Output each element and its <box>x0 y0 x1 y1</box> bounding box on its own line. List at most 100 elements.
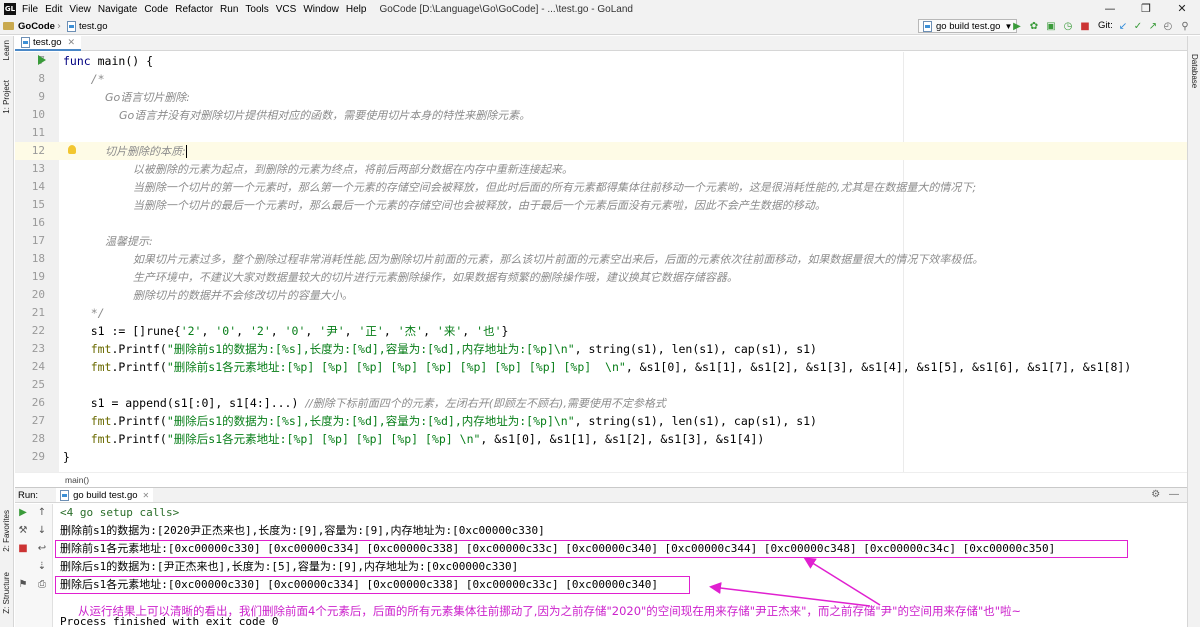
debug-icon[interactable]: ✿ <box>1027 20 1041 33</box>
code-token: 当删除一个切片的最后一个元素时，那么最后一个元素的存储空间也会被释放，由于最后一… <box>63 199 826 212</box>
breadcrumb-project[interactable]: GoCode <box>0 21 55 32</box>
minimize-icon[interactable]: — <box>1092 0 1128 18</box>
code-line[interactable]: 25 <box>15 376 1187 394</box>
menu-window[interactable]: Window <box>303 4 339 15</box>
project-name: GoCode <box>18 20 55 32</box>
menu-code[interactable]: Code <box>144 4 168 15</box>
code-text: /* <box>63 70 105 88</box>
menu-navigate[interactable]: Navigate <box>98 4 137 15</box>
profile-icon[interactable]: ◷ <box>1061 20 1075 33</box>
tab-learn[interactable]: Learn <box>2 40 11 60</box>
menu-tools[interactable]: Tools <box>245 4 268 15</box>
close-window-icon[interactable]: ✕ <box>1164 0 1200 18</box>
line-number: 16 <box>31 216 45 229</box>
code-line[interactable]: 9 Go语言切片删除: <box>15 88 1187 106</box>
breadcrumb-file[interactable]: test.go <box>63 20 107 32</box>
gutter-run-icon[interactable] <box>38 55 46 65</box>
git-history-icon[interactable]: ◴ <box>1161 20 1175 33</box>
stop-icon[interactable]: ■ <box>1078 20 1092 33</box>
code-line[interactable]: 20 删除切片的数据并不会修改切片的容量大小。 <box>15 286 1187 304</box>
wrench-icon[interactable]: ⚒ <box>16 524 30 538</box>
code-line[interactable]: 27 fmt.Printf("删除后s1的数据为:[%s],长度为:[%d],容… <box>15 412 1187 430</box>
code-token: , &s1[0], &s1[1], &s1[2], &s1[3], &s1[4]… <box>625 360 1132 374</box>
close-icon[interactable]: ✕ <box>143 491 150 500</box>
code-token: '0' <box>284 324 306 338</box>
code-line[interactable]: 13 以被删除的元素为起点，到删除的元素为终点，将前后两部分数据在内存中重新连接… <box>15 160 1187 178</box>
code-line[interactable]: 10 Go语言并没有对删除切片提供相对应的函数，需要使用切片本身的特性来删除元素… <box>15 106 1187 124</box>
scroll-down-icon[interactable]: ↓ <box>35 524 49 538</box>
soft-wrap-icon[interactable]: ↩ <box>35 542 49 556</box>
line-number: 19 <box>31 270 45 283</box>
intention-bulb-icon[interactable] <box>68 145 76 154</box>
run-icon[interactable]: ▶ <box>1010 20 1024 33</box>
run-tab[interactable]: go build test.go ✕ <box>56 488 154 502</box>
print-icon[interactable]: ⎙ <box>35 578 49 592</box>
tab-structure[interactable]: Z: Structure <box>2 572 11 614</box>
annotation-text: 从运行结果上可以清晰的看出，我们删除前面4个元素后，后面的所有元素集体往前挪动了… <box>78 604 1022 618</box>
code-line[interactable]: 26 s1 = append(s1[:0], s1[4:]...) //删除下标… <box>15 394 1187 412</box>
line-number: 29 <box>31 450 45 463</box>
code-editor[interactable]: 7 func main() {8 /* 9 Go语言切片删除: 10 Go语言并没有对… <box>15 52 1187 484</box>
right-tool-strip: Database <box>1187 36 1200 627</box>
code-line[interactable]: 28 fmt.Printf("删除后s1各元素地址:[%p] [%p] [%p]… <box>15 430 1187 448</box>
hide-panel-icon[interactable]: — <box>1169 489 1179 500</box>
code-token: '尹' <box>319 324 345 338</box>
line-number: 14 <box>31 180 45 193</box>
code-token: } <box>63 450 70 464</box>
code-line[interactable]: 17 温馨提示: <box>15 232 1187 250</box>
scroll-up-icon[interactable]: ↑ <box>35 506 49 520</box>
menu-edit[interactable]: Edit <box>45 4 62 15</box>
code-line[interactable]: 21 */ <box>15 304 1187 322</box>
code-line[interactable]: 16 <box>15 214 1187 232</box>
close-icon[interactable]: ✕ <box>68 37 76 48</box>
menu-refactor[interactable]: Refactor <box>175 4 213 15</box>
git-update-icon[interactable]: ↙ <box>1116 20 1130 33</box>
code-text: fmt.Printf("删除后s1各元素地址:[%p] [%p] [%p] [%… <box>63 430 765 448</box>
scroll-to-end-icon[interactable]: ⇣ <box>35 560 49 574</box>
tab-favorites[interactable]: 2: Favorites <box>2 510 11 552</box>
code-token: 以被删除的元素为起点，到删除的元素为终点，将前后两部分数据在内存中重新连接起来。 <box>63 163 573 176</box>
go-build-icon <box>923 20 932 32</box>
gear-icon[interactable]: ⚙ <box>1151 489 1160 500</box>
pin-icon[interactable]: ⚑ <box>16 578 30 592</box>
line-number: 15 <box>31 198 45 211</box>
search-icon[interactable]: ⚲ <box>1178 20 1192 33</box>
menu-view[interactable]: View <box>69 4 91 15</box>
restore-icon[interactable]: ❐ <box>1128 0 1164 18</box>
editor-tab-test-go[interactable]: test.go ✕ <box>15 36 82 51</box>
line-number: 8 <box>38 72 45 85</box>
code-line[interactable]: 19 生产环境中，不建议大家对数据量较大的切片进行元素删除操作，如果数据有频繁的… <box>15 268 1187 286</box>
run-config-label: go build test.go <box>936 20 1001 32</box>
code-line[interactable]: 22 s1 := []rune{'2', '0', '2', '0', '尹',… <box>15 322 1187 340</box>
menu-file[interactable]: File <box>22 4 38 15</box>
git-commit-icon[interactable]: ✓ <box>1131 20 1145 33</box>
rerun-icon[interactable]: ▶ <box>16 506 30 520</box>
line-number: 12 <box>31 144 45 157</box>
code-line[interactable]: 23 fmt.Printf("删除前s1的数据为:[%s],长度为:[%d],容… <box>15 340 1187 358</box>
code-line[interactable]: 11 <box>15 124 1187 142</box>
menu-run[interactable]: Run <box>220 4 238 15</box>
code-line[interactable]: 15 当删除一个切片的最后一个元素时，那么最后一个元素的存储空间也会被释放，由于… <box>15 196 1187 214</box>
code-token: , <box>201 324 216 338</box>
code-line[interactable]: 12 切片删除的本质: <box>15 142 1187 160</box>
code-line[interactable]: 18 如果切片元素过多，整个删除过程非常消耗性能,因为删除切片前面的元素，那么该… <box>15 250 1187 268</box>
menu-vcs[interactable]: VCS <box>276 4 297 15</box>
stop-icon[interactable]: ■ <box>16 542 30 556</box>
git-push-icon[interactable]: ↗ <box>1146 20 1160 33</box>
coverage-icon[interactable]: ▣ <box>1044 20 1058 33</box>
code-line[interactable]: 24 fmt.Printf("删除前s1各元素地址:[%p] [%p] [%p]… <box>15 358 1187 376</box>
code-token: '杰' <box>397 324 424 338</box>
code-line[interactable]: 14 当删除一个切片的第一个元素时，那么第一个元素的存储空间会被释放，但此时后面… <box>15 178 1187 196</box>
code-breadcrumb[interactable]: main() <box>15 472 1187 486</box>
code-text: fmt.Printf("删除前s1各元素地址:[%p] [%p] [%p] [%… <box>63 358 1132 376</box>
code-token: '2' <box>180 324 202 338</box>
tab-project[interactable]: 1: Project <box>2 80 11 114</box>
line-number: 10 <box>31 108 45 121</box>
run-config-dropdown[interactable]: go build test.go ▼ <box>918 19 1018 33</box>
code-line[interactable]: 29} <box>15 448 1187 466</box>
code-line[interactable]: 8 /* <box>15 70 1187 88</box>
tab-database[interactable]: Database <box>1190 54 1199 88</box>
code-text: 删除切片的数据并不会修改切片的容量大小。 <box>63 286 353 305</box>
code-line[interactable]: 7 func main() { <box>15 52 1187 70</box>
menu-help[interactable]: Help <box>346 4 367 15</box>
